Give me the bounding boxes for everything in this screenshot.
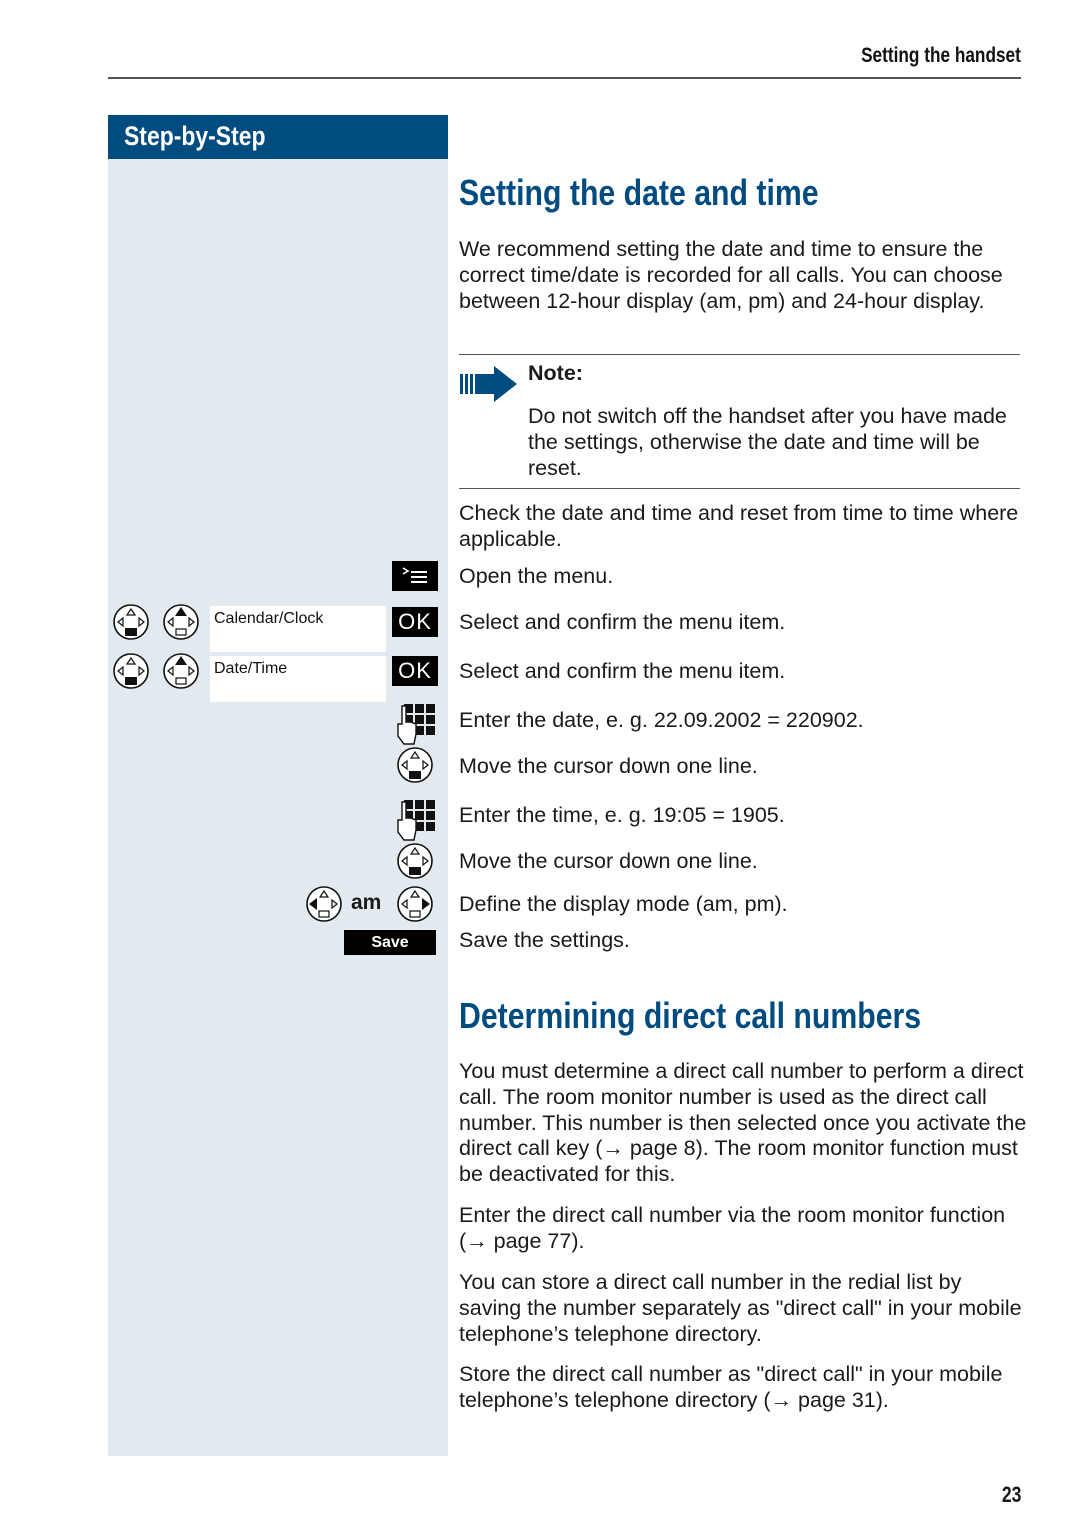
nav-left-icon	[306, 886, 342, 922]
menu-key-icon	[392, 561, 438, 591]
display-mode-value: am	[351, 891, 382, 914]
intro-paragraph: We recommend setting the date and time t…	[459, 237, 1003, 313]
note-arrow-icon	[460, 366, 517, 402]
step-cursor-down-1: Move the cursor down one line.	[459, 754, 758, 778]
nav-up-icon	[163, 653, 199, 689]
nav-down-icon	[397, 747, 433, 783]
step-enter-time: Enter the time, e. g. 19:05 = 1905.	[459, 803, 785, 827]
section-title-direct-call: Determining direct call numbers	[459, 995, 922, 1036]
nav-up-icon	[163, 604, 199, 640]
note-bottom-rule	[459, 488, 1020, 489]
note-text: Do not switch off the handset after you …	[528, 404, 1007, 480]
running-header-title: Setting the handset	[861, 44, 1021, 67]
note-title: Note:	[528, 361, 583, 385]
sidebar-header: Step-by-Step	[108, 115, 448, 159]
nav-down-icon	[113, 653, 149, 689]
step-enter-date: Enter the date, e. g. 22.09.2002 = 22090…	[459, 708, 864, 732]
nav-right-icon	[397, 886, 433, 922]
header-rule	[108, 77, 1021, 79]
step-by-step-sidebar	[108, 115, 448, 1456]
keypad-icon	[397, 800, 435, 841]
direct-call-paragraph-4: Store the direct call number as "direct …	[459, 1362, 1003, 1412]
ok-key-icon: OK	[392, 656, 438, 686]
menu-item-label: Date/Time	[214, 660, 288, 677]
save-key-icon: Save	[344, 930, 436, 955]
step-save: Save the settings.	[459, 928, 630, 952]
menu-item-calendar-clock: Calendar/Clock	[210, 606, 386, 652]
menu-item-date-time: Date/Time	[210, 656, 386, 702]
check-paragraph: Check the date and time and reset from t…	[459, 501, 1019, 551]
page-number: 23	[1001, 1482, 1021, 1507]
menu-item-label: Calendar/Clock	[214, 610, 324, 627]
direct-call-paragraph-3: You can store a direct call number in th…	[459, 1270, 1022, 1346]
step-cursor-down-2: Move the cursor down one line.	[459, 849, 758, 873]
nav-down-icon	[397, 843, 433, 879]
keypad-icon	[397, 704, 435, 745]
direct-call-paragraph-2: Enter the direct call number via the roo…	[459, 1203, 1006, 1253]
step-open-menu: Open the menu.	[459, 564, 614, 588]
step-select-calendar: Select and confirm the menu item.	[459, 610, 786, 634]
note-top-rule	[459, 354, 1020, 355]
nav-down-icon	[113, 604, 149, 640]
ok-key-icon: OK	[392, 607, 438, 637]
step-select-date-time: Select and confirm the menu item.	[459, 659, 786, 683]
section-title-date-time: Setting the date and time	[459, 172, 819, 213]
direct-call-paragraph-1: You must determine a direct call number …	[459, 1059, 1027, 1187]
sidebar-title: Step-by-Step	[124, 121, 266, 151]
step-display-mode: Define the display mode (am, pm).	[459, 892, 788, 916]
